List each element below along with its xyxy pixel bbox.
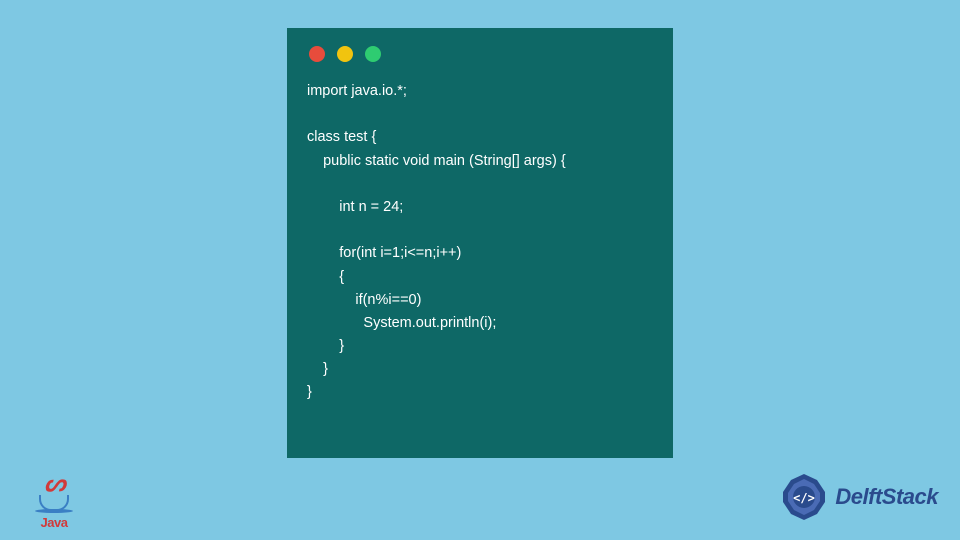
maximize-icon <box>365 46 381 62</box>
java-logo: ᔕ Java <box>30 474 78 530</box>
delftstack-logo: </> DelftStack <box>779 472 938 522</box>
java-label: Java <box>30 515 78 530</box>
close-icon <box>309 46 325 62</box>
code-window: import java.io.*; class test { public st… <box>287 28 673 458</box>
delftstack-text: DelftStack <box>835 484 938 510</box>
delftstack-badge-icon: </> <box>779 472 829 522</box>
java-steam-icon: ᔕ <box>30 474 78 493</box>
minimize-icon <box>337 46 353 62</box>
svg-text:</>: </> <box>794 491 816 505</box>
traffic-lights <box>307 46 653 62</box>
code-content: import java.io.*; class test { public st… <box>307 80 653 405</box>
